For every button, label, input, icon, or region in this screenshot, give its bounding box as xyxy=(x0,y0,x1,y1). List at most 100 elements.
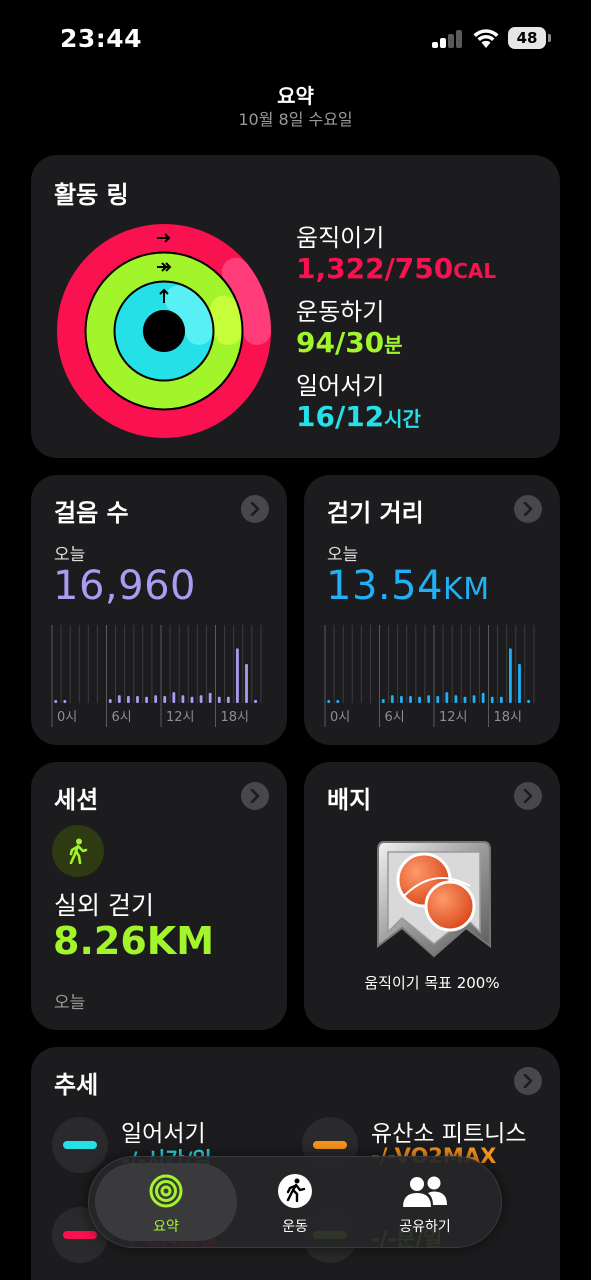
tab-workout-label: 운동 xyxy=(282,1219,308,1235)
distance-today-label: 오늘 xyxy=(327,545,359,565)
steps-axis-label: 18시 xyxy=(221,710,250,725)
distance-bar xyxy=(454,695,458,703)
steps-bar xyxy=(145,696,148,703)
stand-value: 16/12시간 xyxy=(296,400,421,433)
distance-title: 걷기 거리 xyxy=(327,499,424,527)
tab-bar: 요약 운동 공유하기 xyxy=(88,1156,502,1248)
badges-card[interactable]: 배지 움직이기 목표 200% xyxy=(304,762,560,1030)
steps-bar xyxy=(54,700,58,703)
distance-value: 13.54KM xyxy=(326,563,490,609)
session-date: 오늘 xyxy=(54,993,86,1013)
tab-sharing-label: 공유하기 xyxy=(399,1219,451,1235)
distance-bar xyxy=(463,696,467,703)
steps-bar xyxy=(208,692,212,703)
distance-bar xyxy=(509,648,512,703)
sharing-people-tab-icon xyxy=(403,1176,447,1207)
distance-bar xyxy=(409,695,412,703)
steps-axis-label: 12시 xyxy=(166,710,195,725)
steps-bar xyxy=(136,695,139,703)
tab-workout[interactable]: 운동 xyxy=(239,1163,351,1241)
distance-axis-label: 0시 xyxy=(330,710,350,725)
distance-axis-label: 6시 xyxy=(385,710,405,725)
steps-chevron-right-icon[interactable] xyxy=(241,495,269,523)
distance-bar xyxy=(327,700,331,703)
activity-rings-card[interactable]: 활동 링 움직이기 1,322/750CAL 운동하기 94/30분 일어서기 … xyxy=(31,155,560,458)
steps-title: 걸음 수 xyxy=(54,499,129,527)
steps-bar xyxy=(245,664,248,703)
distance-bar xyxy=(518,664,521,703)
steps-bar xyxy=(127,695,130,703)
battery-indicator: 48 xyxy=(508,27,546,49)
tab-summary-label: 요약 xyxy=(153,1219,179,1235)
distance-bar xyxy=(490,696,494,703)
distance-axis-label: 12시 xyxy=(439,710,468,725)
steps-bar xyxy=(117,695,121,703)
badges-title: 배지 xyxy=(327,786,372,814)
session-distance-value: 8.26KM xyxy=(53,919,215,963)
move-value: 1,322/750CAL xyxy=(296,252,497,285)
steps-value: 16,960 xyxy=(53,563,196,609)
trend-cardio-label: 유산소 피트니스 xyxy=(371,1121,527,1147)
steps-bar xyxy=(190,696,194,703)
walking-figure-icon xyxy=(52,825,104,877)
session-activity-name: 실외 걷기 xyxy=(54,891,154,920)
move-goal-badge-icon xyxy=(377,841,491,958)
steps-bar xyxy=(236,648,239,703)
steps-card[interactable]: 걸음 수 오늘 16,960 0시 6시 12시 18시 xyxy=(31,475,287,745)
activity-rings-title: 활동 링 xyxy=(54,181,129,209)
distance-bar xyxy=(472,695,476,703)
distance-hourly-chart: 0시 6시 12시 18시 xyxy=(324,625,535,727)
distance-bar xyxy=(445,692,449,703)
wifi-icon xyxy=(473,29,499,48)
battery-tip xyxy=(548,34,551,42)
steps-bar xyxy=(108,699,112,703)
sessions-chevron-right-icon[interactable] xyxy=(241,782,269,810)
distance-bar xyxy=(499,696,503,703)
sessions-card[interactable]: 세션 실외 걷기 8.26KM 오늘 xyxy=(31,762,287,1030)
distance-bar xyxy=(400,695,403,703)
steps-bar xyxy=(254,699,257,703)
badges-chevron-right-icon[interactable] xyxy=(514,782,542,810)
steps-bar xyxy=(226,696,230,703)
distance-chevron-right-icon[interactable] xyxy=(514,495,542,523)
status-bar: 23:44 48 xyxy=(0,0,591,80)
steps-bar xyxy=(172,692,176,703)
steps-bar xyxy=(154,695,158,703)
steps-bar xyxy=(163,695,167,703)
move-label: 움직이기 xyxy=(296,224,385,252)
cellular-signal-icon xyxy=(432,30,464,48)
steps-bar xyxy=(181,695,185,703)
status-time: 23:44 xyxy=(60,24,143,53)
trends-title: 추세 xyxy=(54,1071,99,1099)
tab-sharing[interactable]: 공유하기 xyxy=(353,1163,497,1241)
distance-bar xyxy=(527,699,530,703)
steps-axis-label: 0시 xyxy=(57,710,77,725)
trend-stand-indicator xyxy=(52,1117,108,1173)
steps-bar xyxy=(63,700,67,703)
distance-axis-label: 18시 xyxy=(494,710,523,725)
distance-bar xyxy=(481,692,485,703)
distance-bar xyxy=(381,699,385,703)
page-title: 요약 xyxy=(277,84,314,108)
steps-bar xyxy=(199,695,203,703)
distance-bar xyxy=(418,696,421,703)
steps-hourly-chart: 0시 6시 12시 18시 xyxy=(51,625,262,727)
badge-caption: 움직이기 목표 200% xyxy=(364,974,500,992)
distance-bar xyxy=(436,695,440,703)
stand-label: 일어서기 xyxy=(296,372,385,400)
sessions-title: 세션 xyxy=(54,786,99,814)
steps-bar xyxy=(217,696,221,703)
activity-rings-graphic xyxy=(57,224,271,438)
running-figure-tab-icon xyxy=(278,1174,312,1208)
trends-chevron-right-icon[interactable] xyxy=(514,1067,542,1095)
tab-summary[interactable]: 요약 xyxy=(95,1163,237,1241)
distance-bar xyxy=(427,695,431,703)
page-date: 10월 8일 수요일 xyxy=(238,110,353,129)
activity-ring-stats: 움직이기 1,322/750CAL 운동하기 94/30분 일어서기 16/12… xyxy=(296,223,496,445)
exercise-label: 운동하기 xyxy=(296,298,385,326)
walking-distance-card[interactable]: 걷기 거리 오늘 13.54KM 0시 6시 12시 18시 xyxy=(304,475,560,745)
steps-today-label: 오늘 xyxy=(54,545,86,565)
distance-bar xyxy=(336,700,340,703)
exercise-value: 94/30분 xyxy=(296,326,403,359)
distance-bar xyxy=(390,695,394,703)
